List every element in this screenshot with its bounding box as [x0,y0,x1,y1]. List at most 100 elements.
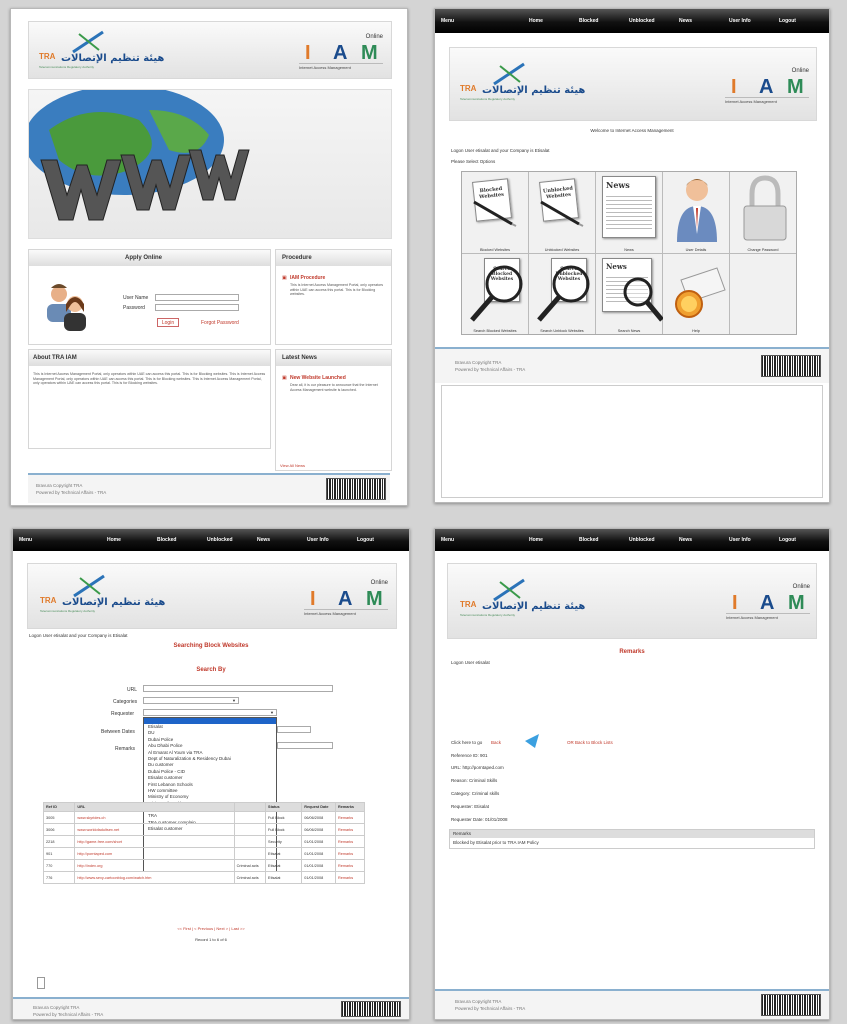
url-link[interactable]: http://porntaped.com [74,847,235,860]
login-button[interactable]: Login [157,318,179,327]
online-label: Online [791,68,809,74]
nav-home[interactable]: Home [529,537,543,543]
nav-unblocked[interactable]: Unblocked [207,537,233,543]
remarks-link[interactable]: Remarks [335,847,365,860]
nav-blocked[interactable]: Blocked [157,537,176,543]
tile-change-password[interactable]: Change Password [730,172,796,253]
copyright-text: Bravura Copyright TRA [36,483,83,488]
tile-label: Search Blocked Websites [473,329,517,333]
url-link[interactable]: http://www.sexy-cartoonblog.com/watch.ht… [74,871,235,884]
category-label: Categories [113,699,138,705]
logon-user-text: Logon User etisalat and your Company is … [451,148,550,153]
top-nav-bar: Menu Home Blocked Unblocked News User In… [435,529,829,551]
requester-select[interactable]: ▼ [143,709,277,716]
forgot-password-link[interactable]: Forgot Password [201,320,239,326]
search-by-heading: Search By [196,667,226,673]
remarks-link[interactable]: Remarks [335,835,365,848]
site-footer: Bravura Copyright TRA Powered by Technic… [28,473,390,503]
username-label: User Name [123,295,149,301]
nav-user-info[interactable]: User Info [729,18,751,24]
iam-letter-i: I [310,588,316,610]
pagination-links[interactable]: << First | < Previous | Next > | Last >> [13,926,409,931]
table-row: 3006 www.worldofadultsex.net Full Block 06/… [42,823,365,836]
nav-logout[interactable]: Logout [779,18,796,24]
url-link[interactable]: www.skyrides.ch [74,811,235,824]
remarks-table-value: Blocked by Etisalat prior to TRA IAM Pol… [453,840,539,845]
tile-unblocked-websites[interactable]: Unblocked Websites Unblocked Websites [529,172,595,253]
nav-unblocked[interactable]: Unblocked [629,18,655,24]
nav-user-info[interactable]: User Info [307,537,329,543]
back-link[interactable]: Back [491,740,501,745]
tile-blocked-websites[interactable]: Blocked Websites Blocked Websites [462,172,528,253]
nav-news[interactable]: News [257,537,270,543]
nav-user-info[interactable]: User Info [729,537,751,543]
welcome-text: Welcome to Internet Access Management [590,128,674,133]
remarks-link[interactable]: Remarks [335,859,365,872]
nav-menu[interactable]: Menu [441,537,454,543]
tile-label: Unblocked Websites [544,247,580,252]
tile-label: Help [692,329,700,333]
nav-home[interactable]: Home [529,18,543,24]
request-date-text: Requester Date: 01/01/2008 [451,817,508,822]
url-link[interactable]: www.worldofadultsex.net [74,823,235,836]
tile-help[interactable]: Help [663,253,729,334]
remarks-table: Remarks Blocked by Etisalat prior to TRA… [449,829,815,849]
nav-blocked[interactable]: Blocked [579,18,598,24]
username-input[interactable] [155,294,239,301]
tile-news[interactable]: News News [596,172,662,253]
tile-user-details[interactable]: User Details [663,172,729,253]
nav-home[interactable]: Home [107,537,121,543]
table-cell [233,835,267,848]
table-cell: Full Block [265,823,303,836]
news-title-link[interactable]: New Website Launched [290,375,346,381]
tra-x-icon [73,574,105,598]
procedure-title: Procedure [282,255,312,261]
iam-letter-m: M [787,76,804,98]
login-button-label: Login [161,320,175,326]
site-footer: Bravura Copyright TRA Powered by Technic… [435,989,829,1019]
nav-menu[interactable]: Menu [441,18,454,24]
iam-caption: Internet Access Management [726,615,778,620]
newspaper-icon: News [602,176,656,238]
top-nav-bar: Menu Home Blocked Unblocked News User In… [13,529,409,551]
iam-procedure-link[interactable]: IAM Procedure [290,275,325,281]
remarks-link[interactable]: Remarks [335,823,365,836]
nav-news[interactable]: News [679,18,692,24]
table-row: 770 http://index.org Criminal acts Etisalat… [42,859,365,872]
iam-letter-i: I [305,42,311,64]
barcode-image [761,994,821,1016]
iam-letter-a: A [333,42,348,64]
back-to-block-list-link[interactable]: OR Back to Block Lists [567,740,613,745]
newspaper-title: News [606,261,627,271]
view-all-news-link[interactable]: View All News [280,463,305,468]
copyright-text: Bravura Copyright TRA [455,999,502,1004]
remarks-link[interactable]: Remarks [335,811,365,824]
tra-acronym: TRA [39,52,56,61]
nav-menu[interactable]: Menu [19,537,32,543]
nav-unblocked[interactable]: Unblocked [629,537,655,543]
date-to-input[interactable] [277,726,311,733]
url-link[interactable]: http://index.org [74,859,235,872]
tile-search-news[interactable]: News Search News [596,253,664,334]
nav-blocked[interactable]: Blocked [579,537,598,543]
url-link[interactable]: http://game-free.com/short [74,835,235,848]
url-input[interactable] [143,685,333,692]
password-input[interactable] [155,304,239,311]
remarks-link[interactable]: Remarks [335,871,365,884]
online-label: Online [792,584,810,590]
remarks-input[interactable] [277,742,333,749]
barcode-image [326,478,386,500]
table-cell: 06/06/2008 [301,823,336,836]
category-select[interactable]: ▼ [143,697,239,704]
top-nav-bar: Menu Home Blocked Unblocked News User In… [435,9,829,33]
results-table: Ref ID URL Status Request Date Remarks 3005 ww… [42,802,365,884]
table-cell: Security [265,835,303,848]
tile-search-unblocked[interactable]: Search Unblocked Websites Search Unblock… [529,253,595,334]
nav-news[interactable]: News [679,537,692,543]
newspaper-lines [606,193,652,229]
nav-logout[interactable]: Logout [357,537,374,543]
nav-logout[interactable]: Logout [779,537,796,543]
site-footer: Bravura Copyright TRA Powered by Technic… [13,997,409,1019]
document-icon: ▣ [282,275,287,281]
tile-search-blocked[interactable]: Search Blocked Websites Search Blocked W… [462,253,528,334]
